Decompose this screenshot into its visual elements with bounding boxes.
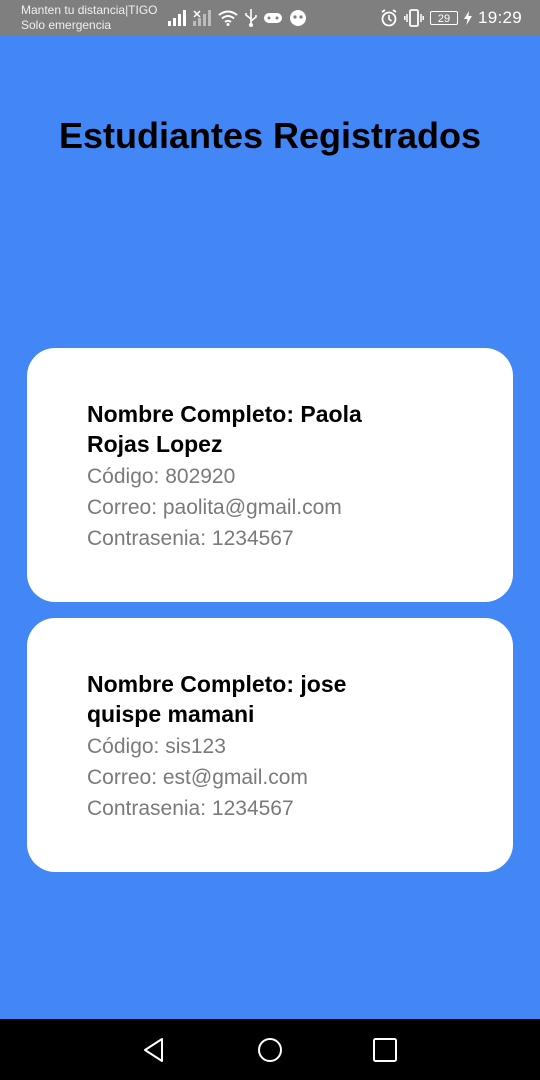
student-password: Contrasenia: 1234567 <box>87 527 294 550</box>
status-icons-left <box>168 8 307 28</box>
recents-icon[interactable] <box>371 1036 399 1064</box>
battery-icon: 29 <box>429 11 458 25</box>
student-card[interactable]: Nombre Completo: jose quispe mamani Códi… <box>27 618 513 872</box>
page-title: Estudiantes Registrados <box>58 115 482 156</box>
student-email: Correo: est@gmail.com <box>87 766 308 789</box>
student-card-body: Nombre Completo: Paola Rojas Lopez Códig… <box>87 399 407 554</box>
carrier-info: Manten tu distancia|TIGO Solo emergencia <box>21 3 158 33</box>
student-card[interactable]: Nombre Completo: Paola Rojas Lopez Códig… <box>27 348 513 602</box>
vibrate-icon <box>404 9 424 27</box>
student-name: Nombre Completo: Paola Rojas Lopez <box>87 401 362 457</box>
student-code: Código: 802920 <box>87 465 236 488</box>
game-icon <box>264 13 282 23</box>
clock: 19:29 <box>477 8 522 27</box>
student-card-body: Nombre Completo: jose quispe mamani Códi… <box>87 669 407 824</box>
alarm-icon <box>381 9 397 27</box>
status-icons-right: 29 19:29 <box>380 7 522 29</box>
usb-icon <box>245 9 257 27</box>
signal-icon <box>168 10 186 26</box>
carrier-status: Solo emergencia <box>21 18 112 32</box>
charging-icon <box>463 11 472 25</box>
student-code: Código: sis123 <box>87 735 226 758</box>
home-icon[interactable] <box>256 1036 284 1064</box>
status-bar: Manten tu distancia|TIGO Solo emergencia <box>0 0 540 36</box>
navigation-bar <box>0 1019 540 1080</box>
carrier-name: Manten tu distancia|TIGO <box>21 3 158 17</box>
wifi-icon <box>218 10 238 26</box>
student-password: Contrasenia: 1234567 <box>87 797 294 820</box>
no-signal-icon <box>193 10 211 26</box>
face-icon <box>290 10 306 26</box>
student-name: Nombre Completo: jose quispe mamani <box>87 671 347 727</box>
back-icon[interactable] <box>140 1036 168 1064</box>
student-email: Correo: paolita@gmail.com <box>87 496 342 519</box>
